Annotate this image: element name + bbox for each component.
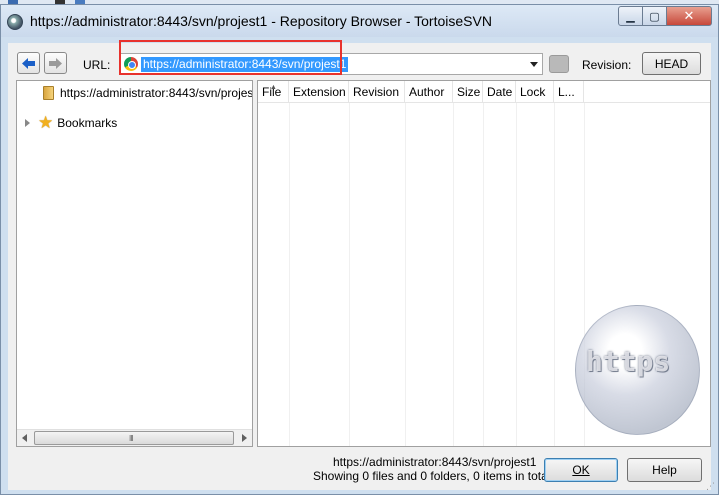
tree-root-item[interactable]: https://administrator:8443/svn/projest1 [43, 85, 253, 101]
chrome-icon [124, 57, 138, 71]
column-divider [483, 103, 484, 446]
column-divider [349, 103, 350, 446]
tree-root-label: https://administrator:8443/svn/projest1 [60, 86, 253, 100]
back-button[interactable] [17, 52, 40, 74]
url-label: URL: [83, 58, 111, 72]
status-url: https://administrator:8443/svn/projest1 [333, 455, 537, 469]
close-button[interactable]: ✕ [666, 6, 712, 26]
column-header-size[interactable]: Size [453, 81, 483, 103]
scroll-left-icon[interactable] [22, 434, 27, 442]
window-title: https://administrator:8443/svn/projest1 … [30, 13, 492, 29]
maximize-button[interactable]: ▢ [642, 6, 667, 26]
minimize-button[interactable]: ▁ [618, 6, 643, 26]
status-summary: Showing 0 files and 0 folders, 0 items i… [313, 469, 551, 483]
arrow-right-icon [49, 57, 62, 69]
tree-item-bookmarks[interactable]: ★ Bookmarks [25, 114, 117, 132]
folder-icon [43, 86, 54, 100]
column-divider [453, 103, 454, 446]
scrollbar-grip: III [129, 434, 134, 443]
star-icon: ★ [38, 113, 54, 132]
column-header-revision[interactable]: Revision [349, 81, 405, 103]
revision-head-button[interactable]: HEAD [642, 52, 701, 75]
tortoisesvn-icon [7, 14, 23, 30]
resize-grip-icon[interactable]: ⋰ [706, 481, 715, 492]
column-header-extension[interactable]: Extension [289, 81, 349, 103]
column-header-lock-owner[interactable]: L... [554, 81, 584, 103]
url-combobox[interactable]: https://administrator:8443/svn/projest1 [120, 53, 543, 75]
sort-ascending-icon: ▲ [270, 84, 277, 91]
tree-item-label: Bookmarks [57, 116, 118, 130]
expand-icon[interactable] [25, 119, 30, 127]
column-divider [405, 103, 406, 446]
ok-button[interactable]: OK [544, 458, 618, 482]
column-header-lock[interactable]: Lock [516, 81, 554, 103]
column-header-file[interactable]: ▲ File [258, 81, 289, 103]
watermark-text: https [586, 345, 671, 378]
revision-log-button[interactable] [549, 55, 569, 73]
forward-button[interactable] [44, 52, 67, 74]
column-divider [554, 103, 555, 446]
list-header: ▲ File Extension Revision Author Size Da… [258, 81, 710, 103]
maximize-icon: ▢ [649, 10, 660, 23]
column-header-date[interactable]: Date [483, 81, 516, 103]
close-icon: ✕ [683, 8, 695, 23]
horizontal-scrollbar[interactable]: III [17, 429, 252, 446]
arrow-left-icon [22, 57, 35, 69]
minimize-icon: ▁ [626, 10, 635, 23]
revision-label: Revision: [582, 58, 632, 72]
title-bar[interactable]: https://administrator:8443/svn/projest1 … [1, 5, 718, 37]
url-input[interactable]: https://administrator:8443/svn/projest1 [141, 57, 349, 72]
column-divider [289, 103, 290, 446]
column-header-author[interactable]: Author [405, 81, 453, 103]
repository-tree[interactable]: https://administrator:8443/svn/projest1 … [16, 80, 253, 447]
help-button[interactable]: Help [627, 458, 702, 482]
scrollbar-thumb[interactable]: III [34, 431, 234, 445]
scroll-right-icon[interactable] [242, 434, 247, 442]
chevron-down-icon[interactable] [530, 62, 538, 67]
column-divider [516, 103, 517, 446]
